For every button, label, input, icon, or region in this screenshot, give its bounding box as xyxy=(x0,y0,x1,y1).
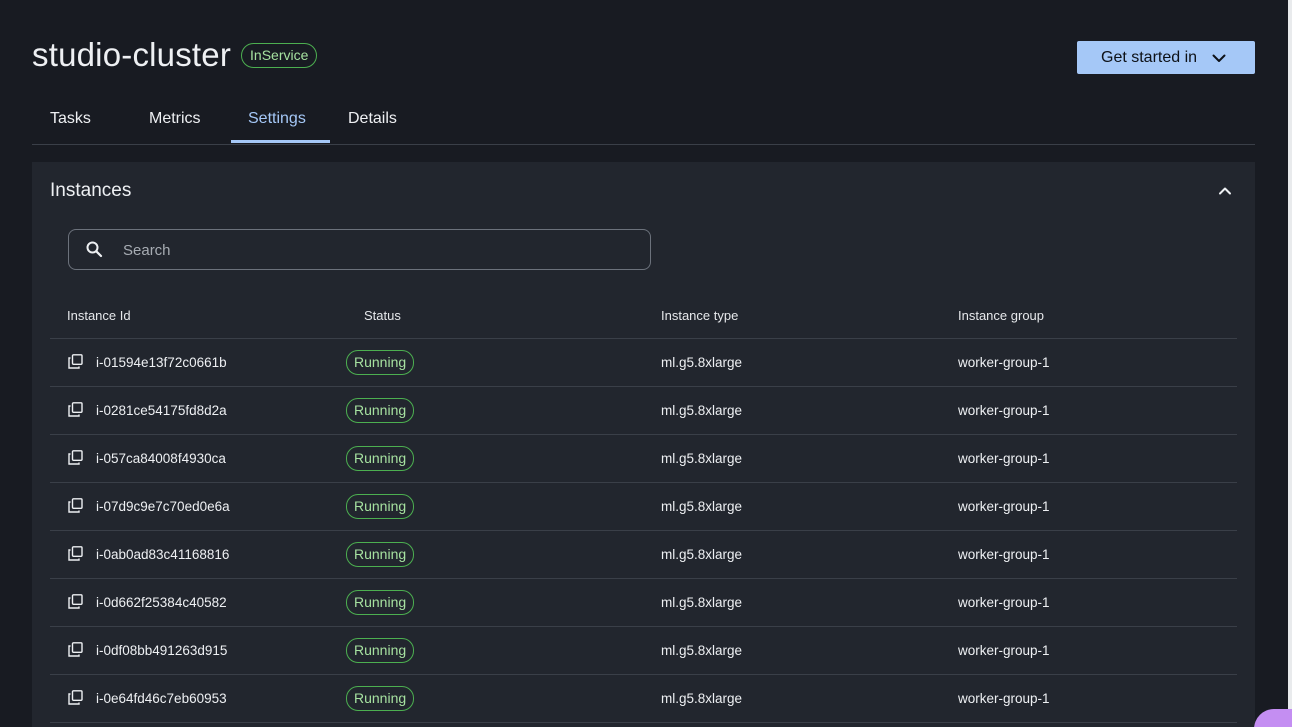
instance-group: worker-group-1 xyxy=(958,691,1050,706)
column-header-instance-id: Instance Id xyxy=(67,308,131,323)
status-badge: Running xyxy=(346,542,415,567)
page-title: studio-cluster xyxy=(32,36,232,73)
status-badge: Running xyxy=(346,494,415,519)
chevron-down-icon xyxy=(1212,54,1226,62)
table-row: i-0e64fd46c7eb60953 Running ml.g5.8xlarg… xyxy=(50,675,1237,723)
instance-id: i-0df08bb491263d915 xyxy=(96,643,228,658)
status-badge: Running xyxy=(346,446,415,471)
status-badge: Running xyxy=(346,686,415,711)
tab-details[interactable]: Details xyxy=(348,110,397,128)
instance-group: worker-group-1 xyxy=(958,355,1050,370)
instance-type: ml.g5.8xlarge xyxy=(661,643,743,658)
chevron-up-icon[interactable] xyxy=(1216,182,1234,200)
search-box xyxy=(68,229,651,270)
instance-type: ml.g5.8xlarge xyxy=(661,691,743,706)
instance-type: ml.g5.8xlarge xyxy=(661,547,743,562)
status-badge: Running xyxy=(346,590,415,615)
instance-id: i-057ca84008f4930ca xyxy=(96,451,226,466)
column-header-instance-group: Instance group xyxy=(958,308,1045,323)
instance-group: worker-group-1 xyxy=(958,643,1050,658)
tab-bar: Tasks Metrics Settings Details xyxy=(32,100,1255,145)
instance-id: i-0281ce54175fd8d2a xyxy=(96,403,227,418)
table-row: i-0df08bb491263d915 Running ml.g5.8xlarg… xyxy=(50,627,1237,675)
tab-metrics[interactable]: Metrics xyxy=(149,110,201,128)
column-header-status: Status xyxy=(364,308,401,323)
copy-icon[interactable] xyxy=(68,642,83,657)
get-started-button[interactable]: Get started in xyxy=(1077,41,1255,74)
instance-group: worker-group-1 xyxy=(958,499,1050,514)
copy-icon[interactable] xyxy=(68,690,83,705)
copy-icon[interactable] xyxy=(68,402,83,417)
table-row: i-057ca84008f4930ca Running ml.g5.8xlarg… xyxy=(50,435,1237,483)
instance-id: i-07d9c9e7c70ed0e6a xyxy=(96,499,230,514)
instance-group: worker-group-1 xyxy=(958,547,1050,562)
page-header: studio-cluster InService xyxy=(32,36,318,74)
instance-group: worker-group-1 xyxy=(958,403,1050,418)
instances-panel: Instances Instance Id Status Instance ty… xyxy=(32,162,1255,727)
copy-icon[interactable] xyxy=(68,498,83,513)
copy-icon[interactable] xyxy=(68,546,83,561)
status-badge: Running xyxy=(346,350,415,375)
assistant-launcher[interactable] xyxy=(1254,709,1292,727)
tab-tasks[interactable]: Tasks xyxy=(50,110,91,128)
table-body: i-01594e13f72c0661b Running ml.g5.8xlarg… xyxy=(50,339,1237,723)
instance-type: ml.g5.8xlarge xyxy=(661,403,743,418)
tab-settings[interactable]: Settings xyxy=(248,110,306,128)
get-started-label: Get started in xyxy=(1101,48,1198,66)
instance-type: ml.g5.8xlarge xyxy=(661,595,743,610)
instance-type: ml.g5.8xlarge xyxy=(661,355,743,370)
table-row: i-07d9c9e7c70ed0e6a Running ml.g5.8xlarg… xyxy=(50,483,1237,531)
search-icon xyxy=(86,241,103,258)
table-row: i-01594e13f72c0661b Running ml.g5.8xlarg… xyxy=(50,339,1237,387)
page: studio-cluster InService Get started in … xyxy=(0,0,1292,727)
status-badge: Running xyxy=(346,398,415,423)
copy-icon[interactable] xyxy=(68,354,83,369)
search-input[interactable] xyxy=(121,236,625,264)
table-row: i-0281ce54175fd8d2a Running ml.g5.8xlarg… xyxy=(50,387,1237,435)
instance-group: worker-group-1 xyxy=(958,451,1050,466)
column-header-instance-type: Instance type xyxy=(661,308,739,323)
table-row: i-0d662f25384c40582 Running ml.g5.8xlarg… xyxy=(50,579,1237,627)
status-badge: Running xyxy=(346,638,415,663)
instances-title: Instances xyxy=(50,180,132,201)
instance-type: ml.g5.8xlarge xyxy=(661,451,743,466)
instance-type: ml.g5.8xlarge xyxy=(661,499,743,514)
instance-id: i-0d662f25384c40582 xyxy=(96,595,227,610)
table-row: i-0ab0ad83c41168816 Running ml.g5.8xlarg… xyxy=(50,531,1237,579)
instance-group: worker-group-1 xyxy=(958,595,1050,610)
instance-id: i-0e64fd46c7eb60953 xyxy=(96,691,227,706)
copy-icon[interactable] xyxy=(68,594,83,609)
window-edge xyxy=(1288,0,1292,727)
instance-id: i-01594e13f72c0661b xyxy=(96,355,227,370)
copy-icon[interactable] xyxy=(68,450,83,465)
instances-table: Instance Id Status Instance type Instanc… xyxy=(50,292,1237,723)
active-tab-indicator xyxy=(231,140,330,143)
table-header: Instance Id Status Instance type Instanc… xyxy=(50,292,1237,339)
cluster-status-badge: InService xyxy=(241,42,318,68)
instance-id: i-0ab0ad83c41168816 xyxy=(96,547,230,562)
